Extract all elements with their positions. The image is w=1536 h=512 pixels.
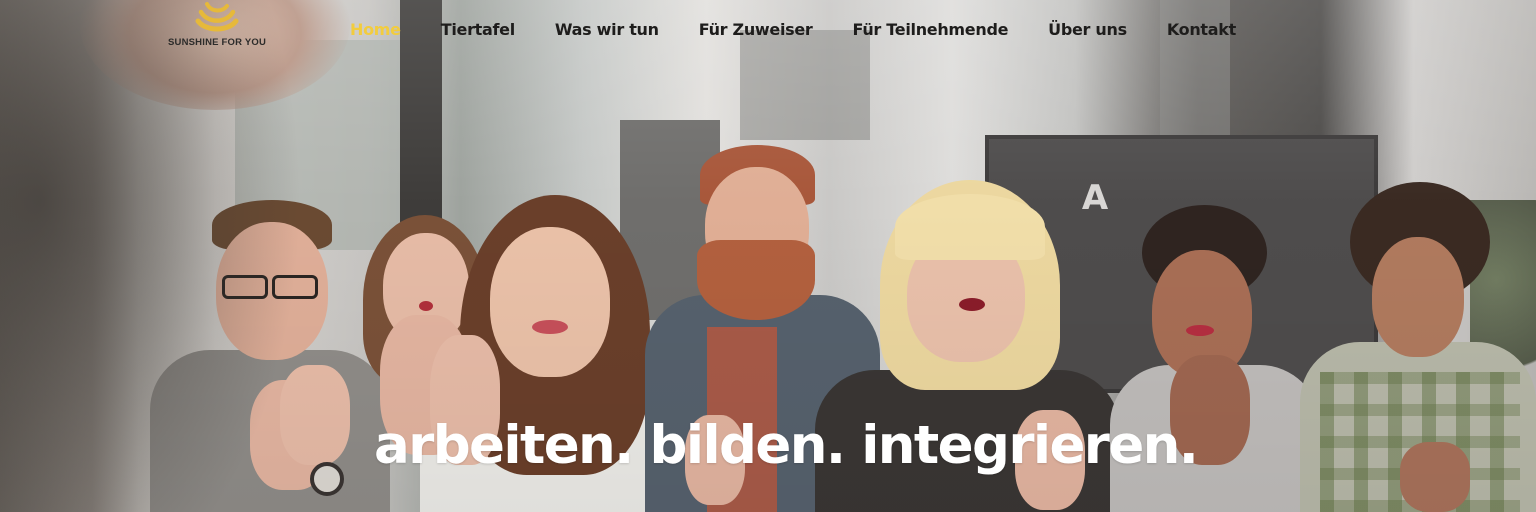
nav-item-fuer-teilnehmende[interactable]: Für Teilnehmende: [853, 18, 1009, 42]
main-menu: Home Tiertafel Was wir tun Für Zuweiser …: [350, 18, 1276, 42]
nav-item-kontakt[interactable]: Kontakt: [1167, 18, 1236, 42]
nav-item-fuer-zuweiser[interactable]: Für Zuweiser: [699, 18, 813, 42]
nav-item-home[interactable]: Home: [350, 18, 401, 42]
logo-text: SUNSHINE FOR YOU: [167, 37, 267, 48]
nav-item-was-wir-tun[interactable]: Was wir tun: [555, 18, 659, 42]
nav-item-ueber-uns[interactable]: Über uns: [1048, 18, 1127, 42]
nav-item-tiertafel[interactable]: Tiertafel: [441, 18, 515, 42]
hero-headline: arbeiten. bilden. integrieren.: [374, 415, 1199, 476]
sunshine-logo-icon: [195, 2, 239, 32]
top-navigation: SUNSHINE FOR YOU Home Tiertafel Was wir …: [0, 0, 1536, 60]
site-logo[interactable]: SUNSHINE FOR YOU: [165, 0, 269, 52]
